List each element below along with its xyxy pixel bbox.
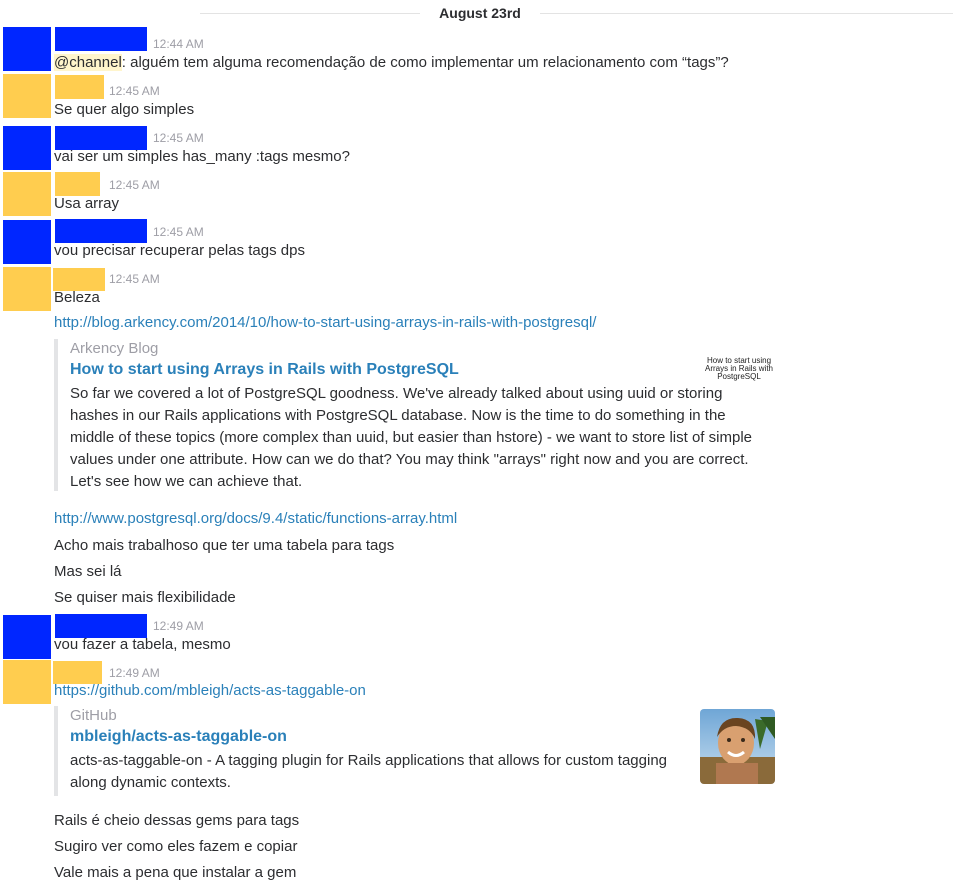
message-text: Se quer algo simples (54, 101, 195, 118)
message-text: Mas sei lá (54, 563, 122, 580)
message-text: Acho mais trabalhoso que ter uma tabela … (54, 537, 395, 554)
message-link[interactable]: http://www.postgresql.org/docs/9.4/stati… (54, 510, 457, 527)
attachment-title-link[interactable]: mbleigh/acts-as-taggable-on (70, 726, 774, 748)
date-divider-line-left (200, 13, 420, 14)
date-divider-line-right (540, 13, 953, 14)
attachment-description: So far we covered a lot of PostgreSQL go… (70, 385, 752, 490)
attachment-thumbnail-photo[interactable] (700, 709, 775, 784)
message-link[interactable]: http://blog.arkency.com/2014/10/how-to-s… (54, 314, 596, 331)
link-preview-attachment: Arkency Blog How to start using Arrays i… (54, 339, 774, 491)
attachment-title-link[interactable]: How to start using Arrays in Rails with … (70, 359, 774, 381)
avatar[interactable] (3, 267, 51, 311)
attachment-source: Arkency Blog (70, 340, 159, 357)
message-text: Usa array (54, 195, 120, 212)
link-preview-attachment: GitHub mbleigh/acts-as-taggable-on acts-… (54, 706, 774, 796)
message-text: @channel: alguém tem alguma recomendação… (54, 53, 729, 73)
message-text: Beleza (54, 289, 100, 306)
avatar[interactable] (3, 172, 51, 216)
avatar[interactable] (3, 126, 51, 170)
message-link[interactable]: https://github.com/mbleigh/acts-as-tagga… (54, 682, 366, 699)
timestamp[interactable]: 12:45 AM (109, 178, 160, 192)
date-divider-label: August 23rd (420, 5, 540, 21)
timestamp[interactable]: 12:45 AM (153, 225, 204, 239)
timestamp[interactable]: 12:49 AM (153, 619, 204, 633)
sender-name-redacted[interactable] (55, 219, 147, 243)
message-text: vai ser um simples has_many :tags mesmo? (54, 148, 350, 165)
timestamp[interactable]: 12:45 AM (153, 131, 204, 145)
attachment-source: GitHub (70, 707, 117, 724)
sender-name-redacted[interactable] (53, 661, 102, 684)
message-text: Se quiser mais flexibilidade (54, 589, 236, 606)
timestamp[interactable]: 12:45 AM (109, 84, 160, 98)
message-text: vou precisar recuperar pelas tags dps (54, 242, 305, 259)
avatar[interactable] (3, 660, 51, 704)
avatar[interactable] (3, 615, 51, 659)
sender-name-redacted[interactable] (55, 75, 104, 99)
timestamp[interactable]: 12:45 AM (109, 272, 160, 286)
avatar[interactable] (3, 220, 51, 264)
channel-mention[interactable]: @channel (54, 54, 122, 71)
timestamp[interactable]: 12:49 AM (109, 666, 160, 680)
message-text-body: : alguém tem alguma recomendação de como… (121, 54, 729, 71)
profile-photo-icon (700, 709, 775, 784)
avatar[interactable] (3, 27, 51, 71)
message-text: Vale mais a pena que instalar a gem (54, 864, 297, 881)
message-text: vou fazer a tabela, mesmo (54, 636, 231, 653)
sender-name-redacted[interactable] (55, 172, 100, 196)
avatar[interactable] (3, 74, 51, 118)
message-text: Sugiro ver como eles fazem e copiar (54, 838, 298, 855)
timestamp[interactable]: 12:44 AM (153, 37, 204, 51)
message-text: Rails é cheio dessas gems para tags (54, 812, 300, 829)
attachment-thumbnail[interactable]: How to start using Arrays in Rails with … (699, 357, 779, 381)
attachment-description: acts-as-taggable-on - A tagging plugin f… (70, 752, 668, 791)
sender-name-redacted[interactable] (55, 27, 147, 51)
